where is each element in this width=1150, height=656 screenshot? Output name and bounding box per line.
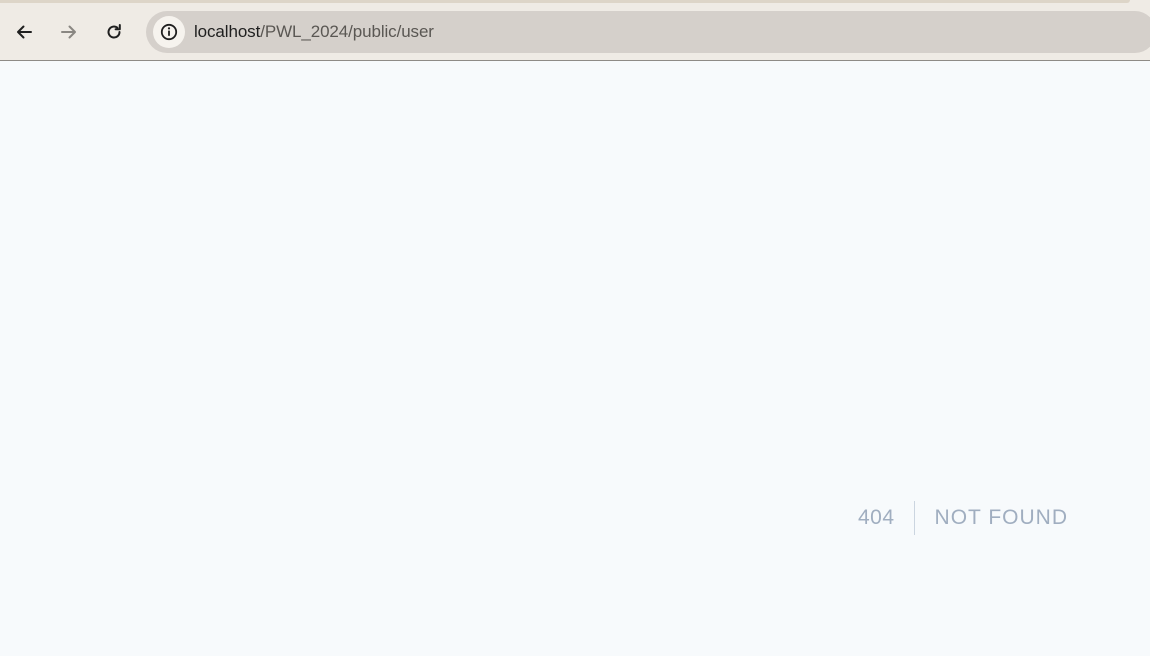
browser-toolbar: localhost/PWL_2024/public/user: [0, 0, 1150, 61]
url-text[interactable]: localhost/PWL_2024/public/user: [194, 11, 434, 53]
info-icon: [160, 23, 178, 41]
address-bar[interactable]: localhost/PWL_2024/public/user: [146, 11, 1150, 53]
forward-button[interactable]: [51, 14, 87, 50]
forward-arrow-icon: [61, 25, 76, 39]
error-panel: 404 NOT FOUND: [858, 501, 1068, 535]
reload-button[interactable]: [96, 14, 132, 50]
back-button[interactable]: [6, 14, 42, 50]
error-code: 404: [858, 506, 895, 529]
reload-icon: [107, 24, 121, 39]
site-info-button[interactable]: [153, 16, 185, 48]
url-host: localhost: [194, 22, 261, 41]
error-message: NOT FOUND: [934, 506, 1068, 529]
tab-strip-edge: [0, 0, 1130, 3]
url-path: /PWL_2024/public/user: [260, 22, 434, 41]
back-arrow-icon: [17, 25, 32, 39]
